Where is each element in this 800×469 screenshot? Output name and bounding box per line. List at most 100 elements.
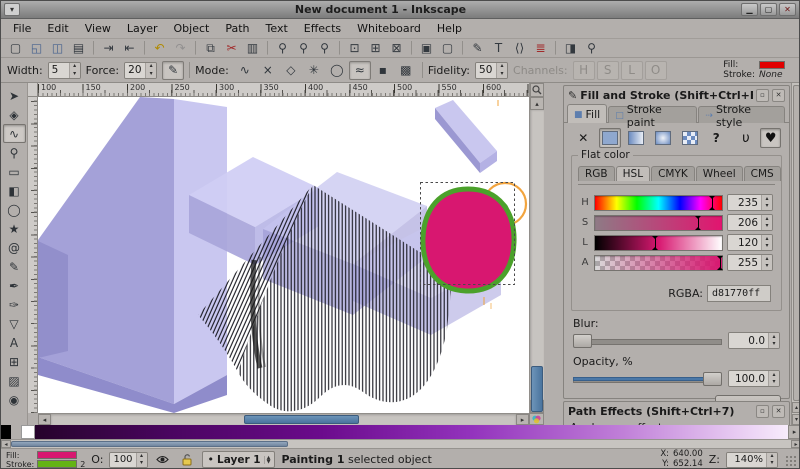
menu-item[interactable]: View (77, 20, 119, 37)
mode-button-push[interactable]: ∿ (234, 61, 256, 80)
hue-value[interactable]: 235 (728, 195, 761, 210)
fidelity-spinbox[interactable]: 50 (475, 62, 508, 79)
tab[interactable]: ■Fill (567, 104, 607, 123)
palette-purple-gradient[interactable] (35, 425, 788, 439)
close-button[interactable]: ✕ (779, 3, 796, 16)
current-layer-selector[interactable]: • Layer 1 ▲▼ (202, 451, 276, 468)
panel-close-button[interactable]: ✕ (772, 405, 785, 418)
toolbar-button-ungroup[interactable]: ▢ (437, 40, 458, 57)
menu-item[interactable]: Edit (39, 20, 76, 37)
tool-button-dropper[interactable]: ◉ (3, 390, 26, 409)
panel-float-button[interactable]: ▫ (756, 405, 769, 418)
channel-button[interactable]: L (621, 61, 643, 80)
tool-button-star[interactable]: ★ (3, 219, 26, 238)
toolbar-button-redo[interactable]: ↷ (170, 40, 191, 57)
blur-handle[interactable] (573, 334, 592, 348)
minimize-button[interactable]: ▁ (741, 3, 758, 16)
stroke-color-swatch[interactable] (37, 460, 77, 468)
dock-scroll-up-button[interactable]: ▴ (792, 402, 800, 413)
toolbar-button-paste[interactable]: ▥ (242, 40, 263, 57)
menu-item[interactable]: Object (166, 20, 218, 37)
toolbar-button[interactable] (140, 40, 149, 57)
spin-down-arrow-icon[interactable] (767, 460, 777, 467)
toolbar-button-display-mode[interactable]: ◨ (560, 40, 581, 57)
fill-color-swatch[interactable] (37, 451, 77, 459)
spin-down-arrow-icon[interactable] (762, 203, 772, 211)
paint-linear-gradient-button[interactable] (625, 128, 648, 148)
opacity-handle[interactable] (703, 372, 722, 386)
alpha-value[interactable]: 255 (728, 255, 761, 270)
mode-button-attract[interactable]: ✳ (303, 61, 325, 80)
tool-button-selector[interactable]: ➤ (3, 86, 26, 105)
scroll-left-button[interactable] (38, 414, 51, 425)
tool-button-3d-box[interactable]: ◧ (3, 181, 26, 200)
toolbar-button-new-document[interactable]: ▢ (5, 40, 26, 57)
tab[interactable]: □Stroke paint (608, 106, 697, 123)
zoom-value[interactable]: 140% (727, 453, 766, 467)
tool-button-gradient[interactable]: ▨ (3, 371, 26, 390)
tool-button-zoom[interactable]: ⚲ (3, 143, 26, 162)
dock-scroll-thumb[interactable] (793, 85, 800, 401)
mode-button-shrink[interactable]: × (257, 61, 279, 80)
fill-rule-evenodd-button[interactable]: ♥ (760, 128, 781, 148)
tool-button-node-editor[interactable]: ◈ (3, 105, 26, 124)
mode-button-roughen[interactable]: ≈ (349, 61, 371, 80)
color-space-tab[interactable]: Wheel (696, 166, 743, 181)
blur-spinbox[interactable]: 0.0 (728, 332, 780, 349)
dock-scroll-down-button[interactable]: ▾ (792, 414, 800, 425)
zoom-spinbox[interactable]: 140% (726, 452, 778, 468)
toolbar-button-text-dialog[interactable]: T (488, 40, 509, 57)
toolbar-button-group[interactable]: ▣ (416, 40, 437, 57)
toolbar-button-create-clone[interactable]: ⊞ (365, 40, 386, 57)
toolbar-button[interactable] (458, 40, 467, 57)
hue-slider[interactable] (594, 195, 723, 211)
tool-button-pencil[interactable]: ✎ (3, 257, 26, 276)
toolbar-button-print-document[interactable]: ▤ (68, 40, 89, 57)
toolbar-button-zoom-to-drawing[interactable]: ⚲ (293, 40, 314, 57)
palette-swatch-white[interactable] (21, 425, 35, 439)
toolbar-button-xml-editor[interactable]: ⟨⟩ (509, 40, 530, 57)
opacity-value[interactable]: 100.0 (729, 371, 768, 386)
panel-close-button[interactable]: ✕ (772, 89, 785, 102)
scroll-right-button[interactable] (516, 414, 529, 425)
blur-slider[interactable] (573, 333, 722, 349)
tool-button-connector[interactable]: ⊞ (3, 352, 26, 371)
maximize-button[interactable]: ▢ (760, 3, 777, 16)
paint-pattern-button[interactable] (678, 128, 701, 148)
menu-item[interactable]: Effects (296, 20, 349, 37)
layer-lock-toggle[interactable] (178, 452, 196, 468)
horizontal-scroll-thumb[interactable] (244, 415, 359, 424)
menu-item[interactable]: Text (258, 20, 296, 37)
color-space-tab[interactable]: HSL (616, 166, 650, 181)
paint-flat-button[interactable] (599, 128, 622, 148)
horizontal-ruler[interactable]: 100150200250300350400450500550600650 (38, 83, 529, 97)
palette-scroll-right-button[interactable] (791, 440, 800, 448)
mode-button-jitter-color[interactable]: ▩ (395, 61, 417, 80)
spin-down-arrow-icon[interactable] (137, 460, 147, 467)
color-space-tab[interactable]: CMYK (651, 166, 695, 181)
mode-button-paint-color[interactable]: ▪ (372, 61, 394, 80)
tool-button-text[interactable]: A (3, 333, 26, 352)
menu-item[interactable]: Path (217, 20, 257, 37)
tool-button-tweak[interactable]: ∿ (3, 124, 26, 143)
ruler-zoom-button[interactable] (530, 83, 544, 97)
palette-scroll-track[interactable] (11, 440, 791, 448)
tool-button-calligraphy[interactable]: ✑ (3, 295, 26, 314)
saturation-spinbox[interactable]: 206 (727, 214, 773, 231)
toolbar-button-icon-preview[interactable]: ⚲ (581, 40, 602, 57)
toolbar-button-align-distribute[interactable]: ≣ (530, 40, 551, 57)
menu-item[interactable]: Help (429, 20, 470, 37)
fill-swatch[interactable] (759, 61, 785, 69)
rgba-input[interactable]: d81770ff (707, 285, 771, 302)
alpha-marker[interactable] (720, 256, 721, 270)
saturation-marker[interactable] (698, 216, 699, 230)
object-opacity-spinbox[interactable]: 100 (109, 452, 147, 468)
paint-unknown-button[interactable]: ? (705, 128, 728, 148)
spin-down-arrow-icon[interactable] (762, 243, 772, 251)
toolbar-button-fill-stroke-dialog[interactable]: ✎ (467, 40, 488, 57)
palette-scroll-left-button[interactable] (1, 440, 11, 448)
lightness-spinbox[interactable]: 120 (727, 234, 773, 251)
lightness-marker[interactable] (655, 236, 656, 250)
tool-button-spiral[interactable]: @ (3, 238, 26, 257)
saturation-value[interactable]: 206 (728, 215, 761, 230)
